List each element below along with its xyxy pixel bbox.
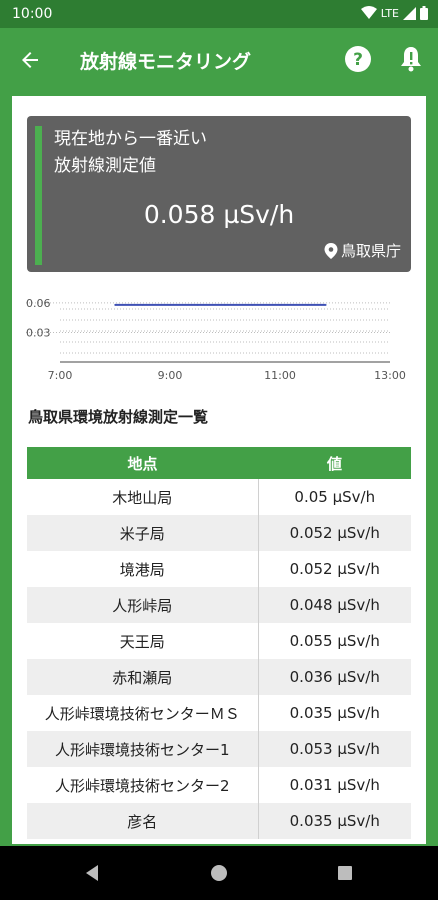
row-value: 0.031 µSv/h [289,776,380,794]
wifi-icon [360,6,377,19]
battery-icon [420,6,428,20]
navigation-bar [0,846,438,900]
nav-back-button[interactable] [80,861,104,885]
card-accent-bar [35,126,42,265]
help-circle-icon: ? [345,46,371,72]
warning-icon [401,47,421,72]
square-recents-icon [338,866,352,880]
row-location: 境港局 [27,551,259,587]
chart-x-tick-label: 13:00 [374,369,406,382]
row-location: 人形峠環境技術センター2 [27,767,259,803]
nav-home-button[interactable] [207,861,231,885]
chart-point [114,304,116,306]
chart-x-tick-label: 7:00 [48,369,73,382]
chart-y-tick-label: 0.06 [26,297,51,310]
table-row[interactable]: 米子局 0.052 µSv/h [27,515,411,551]
row-value: 0.048 µSv/h [258,587,411,623]
table-row[interactable]: 人形峠環境技術センター1 0.053 µSv/h [27,731,411,767]
page-title: 放射線モニタリング [80,51,252,73]
table-row[interactable]: 木地山局 0.05 µSv/h [27,479,411,515]
row-value: 0.036 µSv/h [258,659,411,695]
table-row[interactable]: 境港局 0.052 µSv/h [27,551,411,587]
table-row[interactable]: 彦名 0.035 µSv/h [27,803,411,839]
nearest-measurement-card: 現在地から一番近い 放射線測定値 0.058 µSv/h 鳥取県庁 [27,116,411,272]
alert-button[interactable] [395,43,427,75]
nearest-place: 鳥取県庁 [324,240,401,261]
svg-text:?: ? [353,50,363,70]
chart-point [196,304,199,306]
status-bar: 10:00 LTE [0,0,438,28]
row-value: 0.035 µSv/h [289,704,380,722]
table-row[interactable]: 赤和瀬局 0.036 µSv/h [27,659,411,695]
circle-home-icon [211,865,227,881]
list-title: 鳥取県環境放射線測定一覧 [28,408,209,426]
table-row[interactable]: 人形峠環境技術センター2 0.031 µSv/h [27,767,411,803]
row-value: 0.052 µSv/h [289,560,380,578]
main-content: 現在地から一番近い 放射線測定値 0.058 µSv/h 鳥取県庁 0.06 0.… [12,96,426,844]
row-value: 0.05 µSv/h [294,488,376,506]
help-button[interactable]: ? [342,43,374,75]
nearest-value: 0.058 µSv/h [143,200,295,229]
chart-point [306,304,309,306]
nearest-place-label: 鳥取県庁 [340,242,401,260]
table-row[interactable]: 人形峠局 0.048 µSv/h [27,587,411,623]
row-location: 赤和瀬局 [27,659,259,695]
triangle-back-icon [86,865,98,881]
location-pin-icon [324,242,338,259]
measurement-table: 地点 値 木地山局 0.05 µSv/h 米子局 0.052 µSv/h 境港局 0.05… [27,447,411,839]
chart-point [224,304,226,306]
status-icons: LTE [360,6,428,20]
row-location: 人形峠環境技術センターＭＳ [27,695,259,731]
table-header-row: 地点 値 [27,447,411,479]
signal-icon [403,6,416,20]
header-value: 値 [258,447,411,479]
card-label: 現在地から一番近い 放射線測定値 [54,126,207,180]
row-location: 彦名 [27,803,259,839]
chart-point [279,304,281,306]
chart-point [325,304,327,306]
card-label-line1: 現在地から一番近い [54,129,207,149]
network-label: LTE [380,6,399,20]
radiation-chart: 0.06 0.03 7:00 9:00 11:00 13:00 [26,297,406,382]
chart-x-tick-label: 11:00 [264,369,296,382]
table-row[interactable]: 天王局 0.055 µSv/h [27,623,411,659]
row-value: 0.052 µSv/h [258,515,411,551]
row-location: 人形峠環境技術センター1 [27,731,259,767]
nav-recents-button[interactable] [333,861,357,885]
row-value: 0.053 µSv/h [258,731,411,767]
row-location: 米子局 [27,515,259,551]
row-location: 天王局 [27,623,259,659]
back-button[interactable] [14,44,46,76]
header-location: 地点 [27,447,258,479]
status-time: 10:00 [12,6,53,22]
chart-point [251,304,254,306]
chart-point [169,304,171,306]
card-label-line2: 放射線測定値 [54,156,156,176]
app-bar: 放射線モニタリング ? [0,28,438,92]
chart-point [141,304,144,306]
table-row[interactable]: 人形峠環境技術センターＭＳ 0.035 µSv/h [27,695,411,731]
row-location: 人形峠局 [27,587,259,623]
chart-y-tick-label: 0.03 [26,326,51,339]
arrow-left-icon [22,52,38,68]
row-value: 0.035 µSv/h [258,803,411,839]
row-location: 木地山局 [27,479,259,515]
row-value: 0.055 µSv/h [289,632,380,650]
chart-x-tick-label: 9:00 [158,369,183,382]
